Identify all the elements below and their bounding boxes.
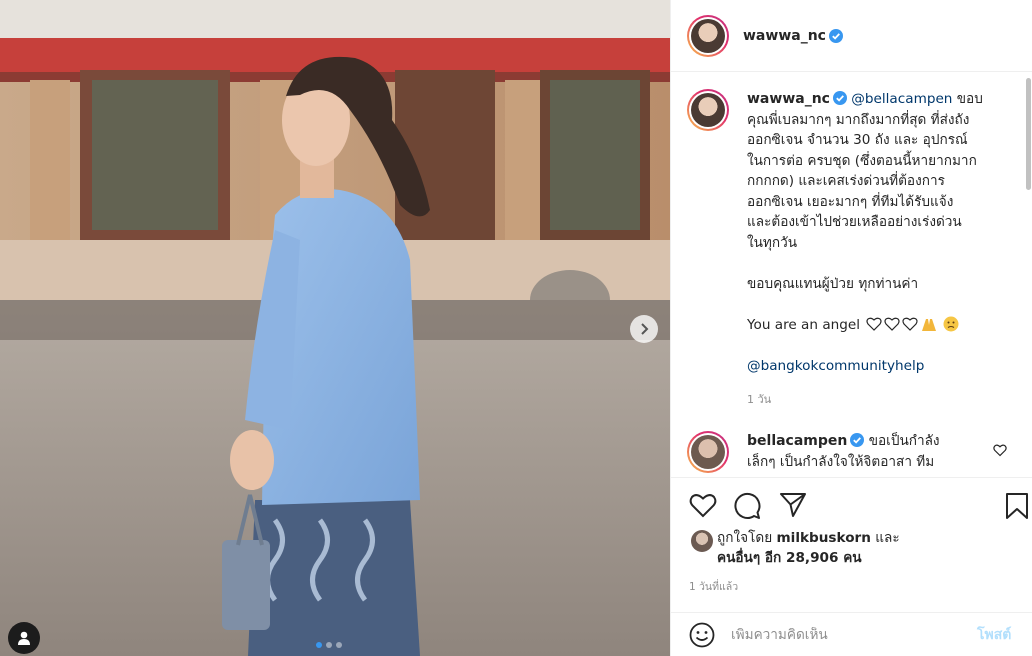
comments-scrollbar[interactable]: [1026, 78, 1031, 190]
chevron-right-icon: [641, 323, 649, 335]
avatar-image: [691, 18, 725, 53]
author-username[interactable]: wawwa_nc: [743, 28, 826, 44]
carousel-dot: [336, 642, 342, 648]
caption: wawwa_nc @bellacampen ขอบ คุณพี่เบลมากๆ …: [687, 89, 1017, 411]
carousel-indicator: [316, 642, 342, 648]
likes-summary: ถูกใจโดย milkbuskorn และ คนอื่นๆ อีก 28,…: [691, 528, 1021, 568]
comment-input[interactable]: [731, 626, 961, 643]
caption-author-username[interactable]: wawwa_nc: [747, 91, 830, 107]
next-photo-button[interactable]: [630, 315, 658, 343]
avatar-image: [691, 435, 725, 469]
caption-text: ขอบ: [956, 91, 983, 107]
carousel-dot: [326, 642, 332, 648]
share-paper-plane-icon[interactable]: [779, 492, 807, 518]
caption-angel-line: You are an angel: [747, 315, 1003, 336]
post-photo[interactable]: [0, 0, 670, 656]
heart-emoji-icons: [866, 317, 937, 331]
caption-line: ในการต่อ ครบชุด (ซึ่งตอนนี้หายากมาก: [747, 152, 977, 169]
user-icon: [18, 631, 30, 645]
avatar-image: [691, 93, 725, 127]
like-heart-icon[interactable]: [689, 492, 717, 518]
liker-username[interactable]: milkbuskorn: [777, 530, 871, 546]
caption-line: ในทุกวัน: [747, 234, 798, 251]
add-comment-bar: โพสต์: [671, 612, 1032, 656]
caption-time[interactable]: 1 วัน: [747, 390, 1003, 411]
comment-author-avatar[interactable]: [687, 431, 729, 473]
post-actions: [671, 477, 1032, 529]
caption-line: ออกซิเจน จำนวน 30 ถัง และ อุปกรณ์: [747, 132, 968, 148]
tagged-users-button[interactable]: [8, 622, 40, 654]
carousel-dot-active: [316, 642, 322, 648]
liker-avatar[interactable]: [691, 530, 713, 552]
comment-body: bellacampen ขอเป็นกำลัง เล็กๆ เป็นกำลังใ…: [747, 431, 983, 473]
comment-text: เล็กๆ เป็นกำลังใจให้จิตอาสา ทีม: [747, 453, 935, 470]
verified-badge-icon: [850, 433, 865, 447]
sad-face-emoji-icon: [943, 316, 959, 331]
comment-bubble-icon[interactable]: [733, 492, 761, 520]
comments-section[interactable]: wawwa_nc @bellacampen ขอบ คุณพี่เบลมากๆ …: [671, 73, 1032, 477]
mention-link[interactable]: @bellacampen: [851, 91, 952, 107]
post-side-panel: wawwa_nc wawwa_nc @bellacampen ขอบ คุณพี…: [670, 0, 1032, 656]
likes-others-link[interactable]: คนอื่นๆ อีก 28,906 คน: [717, 550, 862, 566]
comment-item: bellacampen ขอเป็นกำลัง เล็กๆ เป็นกำลังใ…: [687, 431, 1017, 473]
caption-author-avatar[interactable]: [687, 89, 729, 131]
likes-and: และ: [875, 530, 900, 546]
caption-line: และต้องเข้าไปช่วยเหลืออย่างเร่งด่วน: [747, 214, 962, 230]
emoji-picker-icon[interactable]: [689, 622, 715, 648]
author-avatar[interactable]: [687, 14, 729, 57]
caption-text: You are an angel: [747, 316, 861, 333]
comment-text: ขอเป็นกำลัง: [868, 433, 940, 449]
post-comment-button[interactable]: โพสต์: [977, 624, 1011, 646]
save-bookmark-icon[interactable]: [1005, 492, 1029, 520]
caption-line: ออกซิเจน เยอะมากๆ ที่ทีมได้รับแจ้ง: [747, 193, 954, 210]
like-comment-heart-icon[interactable]: [993, 443, 1007, 457]
verified-badge-icon: [832, 91, 847, 105]
verified-badge-icon: [828, 28, 843, 43]
post-header: wawwa_nc: [671, 0, 1032, 72]
caption-body: wawwa_nc @bellacampen ขอบ คุณพี่เบลมากๆ …: [747, 89, 1003, 411]
caption-line: ขอบคุณแทนผู้ป่วย ทุกท่านค่า: [747, 275, 919, 292]
caption-line: คุณพี่เบลมากๆ มากถึงมากที่สุด ที่ส่งถัง: [747, 111, 970, 128]
photo-scene: [0, 0, 670, 656]
comment-author-username[interactable]: bellacampen: [747, 433, 847, 449]
post-timestamp[interactable]: 1 วันที่แล้ว: [689, 578, 738, 595]
mention-link[interactable]: @bangkokcommunityhelp: [747, 358, 924, 374]
likes-prefix: ถูกใจโดย: [717, 530, 773, 546]
caption-line: กกกกด) และเคสเร่งด่วนที่ต้องการ: [747, 173, 945, 189]
